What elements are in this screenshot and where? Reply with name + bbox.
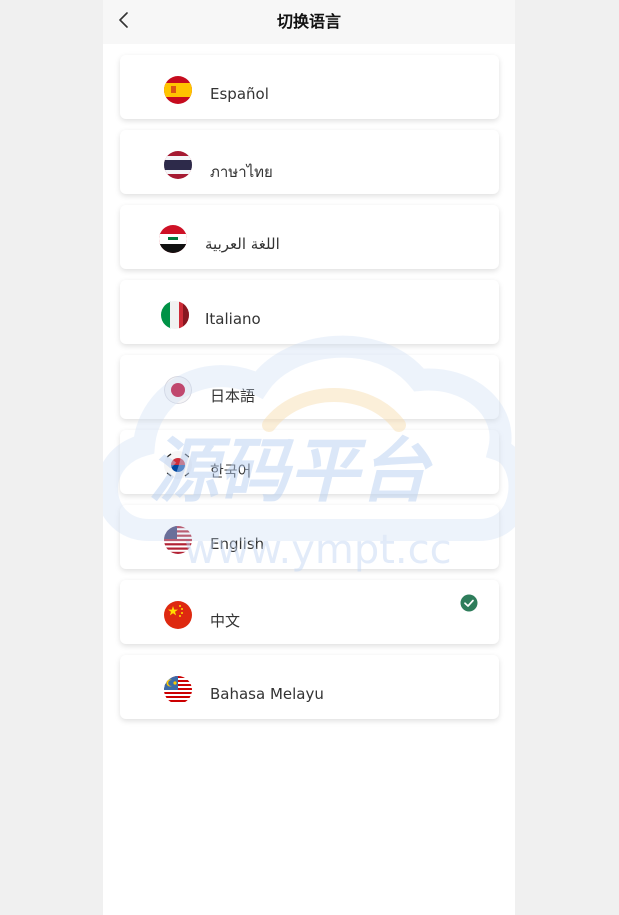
- language-item-thai[interactable]: ภาษาไทย: [120, 130, 499, 194]
- language-label: 한국어: [210, 462, 252, 480]
- language-item-italian[interactable]: Italiano: [120, 280, 499, 344]
- iraq-flag-icon: [159, 225, 187, 253]
- nav-header: 切换语言: [103, 0, 515, 44]
- language-label: ภาษาไทย: [210, 163, 273, 181]
- usa-flag-icon: [164, 526, 192, 554]
- language-item-spanish[interactable]: Español: [120, 55, 499, 119]
- language-label: English: [210, 535, 265, 553]
- language-list: Español ภาษาไทย اللغة العربية Italiano 日…: [120, 55, 499, 730]
- korea-flag-icon: [164, 451, 192, 479]
- language-item-japanese[interactable]: 日本語: [120, 355, 499, 419]
- language-label: Bahasa Melayu: [210, 685, 324, 703]
- japan-flag-icon: [164, 376, 192, 404]
- china-flag-icon: [164, 601, 192, 629]
- language-label: اللغة العربية: [205, 235, 280, 253]
- language-item-arabic[interactable]: اللغة العربية: [120, 205, 499, 269]
- chevron-left-icon: [119, 12, 128, 28]
- language-label: 日本語: [210, 387, 256, 405]
- phone-screen: 切换语言 Español ภาษาไทย اللغة العربية Itali…: [103, 0, 515, 915]
- language-label: Italiano: [205, 310, 261, 328]
- selected-check-icon: [460, 594, 478, 612]
- malaysia-flag-icon: [164, 676, 192, 704]
- back-button[interactable]: [111, 6, 141, 36]
- spain-flag-icon: [164, 76, 192, 104]
- language-item-malay[interactable]: Bahasa Melayu: [120, 655, 499, 719]
- language-label: 中文: [210, 612, 241, 630]
- italy-flag-icon: [161, 301, 189, 329]
- thailand-flag-icon: [164, 151, 192, 179]
- language-item-english[interactable]: English: [120, 505, 499, 569]
- page-title: 切换语言: [276, 12, 341, 31]
- language-label: Español: [210, 85, 269, 103]
- language-item-korean[interactable]: 한국어: [120, 430, 499, 494]
- language-item-chinese[interactable]: 中文: [120, 580, 499, 644]
